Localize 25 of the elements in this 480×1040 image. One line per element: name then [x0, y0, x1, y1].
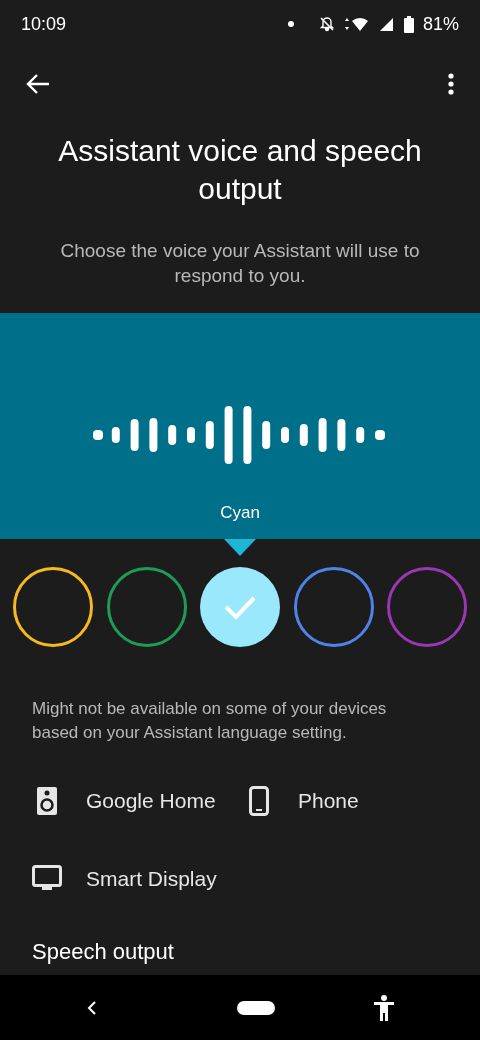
notification-dot-icon — [287, 21, 294, 27]
voice-option[interactable] — [13, 567, 93, 647]
nav-back-button[interactable] — [85, 998, 99, 1017]
phone-icon — [249, 785, 269, 816]
signal-icon — [378, 16, 395, 32]
device-label: Google Home — [86, 788, 216, 814]
section-heading: Speech output — [31, 938, 175, 966]
voice-name: Cyan — [220, 502, 260, 524]
home-button[interactable] — [237, 1000, 275, 1015]
page-title: Assistant voice and speech output — [57, 133, 423, 207]
more-options-button[interactable] — [446, 71, 456, 97]
wifi-icon — [343, 16, 370, 32]
pointer-triangle-icon — [224, 539, 256, 556]
battery-icon — [403, 15, 414, 33]
accessibility-button[interactable] — [373, 994, 395, 1021]
checkmark-icon — [223, 594, 257, 620]
availability-note: Might not be available on some of your devices based on your Assistant language setting. — [31, 698, 388, 744]
status-time: 10:09 — [21, 12, 67, 36]
page-description: Choose the voice your Assistant will use to respond to you. — [59, 239, 421, 288]
battery-percent: 81% — [422, 12, 459, 36]
speaker-icon — [37, 786, 57, 815]
device-label: Phone — [298, 788, 359, 814]
bell-off-icon — [318, 16, 335, 32]
display-icon — [32, 865, 62, 892]
device-label: Smart Display — [86, 865, 217, 892]
